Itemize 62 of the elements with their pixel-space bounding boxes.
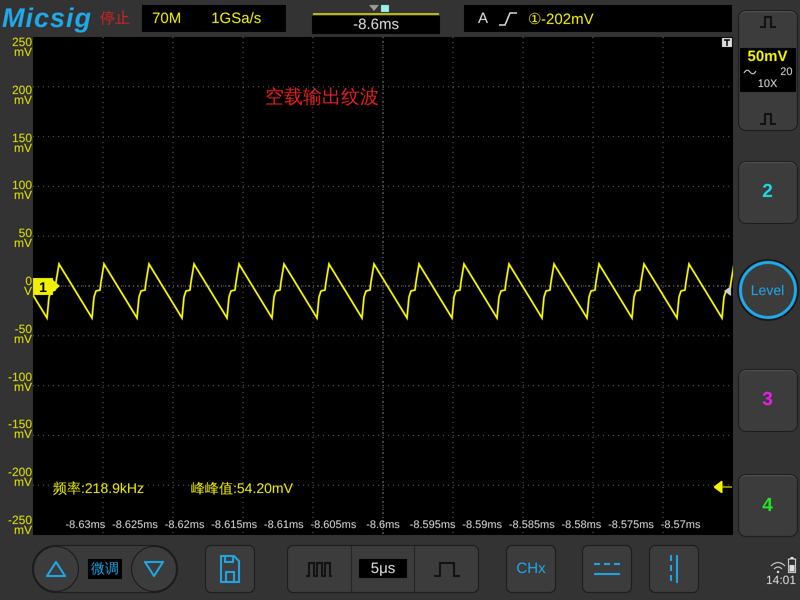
x-axis-label: -8.63ms <box>66 519 106 531</box>
wide-pulse-icon <box>432 560 461 576</box>
annotation-text: 空载输出纹波 <box>265 86 379 110</box>
volts-per-div: 50mV <box>747 48 788 66</box>
narrow-pulses-icon <box>305 560 334 576</box>
marker-tip-icon <box>53 280 61 292</box>
x-axis-label: -8.595ms <box>410 519 456 531</box>
wifi-icon <box>770 561 786 573</box>
trigger-level-arrow-icon <box>724 286 732 296</box>
battery-icon <box>788 557 796 573</box>
bandwidth-limit: 20 <box>780 66 792 78</box>
arrow-icon <box>714 481 732 493</box>
x-axis-label: -8.58ms <box>562 519 602 531</box>
trigger-level: ①-202mV <box>528 10 594 28</box>
channel-select-button[interactable]: CHx <box>506 544 556 592</box>
x-axis-label: -8.615ms <box>211 519 258 531</box>
vertical-cursors-icon <box>668 554 680 584</box>
horizontal-cursors-icon <box>593 562 621 576</box>
measurement: 频率:218.9kHz <box>53 480 144 498</box>
x-axis-label: -8.61ms <box>264 519 304 531</box>
horizontal-offset: -8.6ms <box>312 16 440 34</box>
x-axis-label: -8.605ms <box>310 519 356 531</box>
y-axis-label: 50 mV <box>14 228 32 248</box>
save-icon <box>219 554 241 584</box>
x-axis-label: -8.57ms <box>660 519 700 531</box>
horizontal-cursor-button[interactable] <box>582 544 632 592</box>
x-axis-label: -8.6ms <box>366 519 400 531</box>
level-knob[interactable]: Level <box>738 260 796 319</box>
channel-button[interactable]: 2 <box>738 160 798 224</box>
fine-adjust-label: 微调 <box>88 558 122 578</box>
up-button[interactable] <box>33 546 79 592</box>
brand-logo: Micsig <box>2 3 92 34</box>
y-axis-label: -50 mV <box>14 324 32 344</box>
y-axis-label: 200 mV <box>12 84 32 105</box>
probe-ratio: 10X <box>758 78 778 90</box>
x-axis-label: -8.59ms <box>462 519 502 531</box>
bandwidth: 70M <box>152 10 182 27</box>
x-axis-label: -8.62ms <box>164 519 204 531</box>
y-axis-label: -150 mV <box>8 419 32 440</box>
timebase-value: 5μs <box>358 559 408 578</box>
rising-edge-icon <box>498 10 518 26</box>
x-axis-label: -8.585ms <box>508 519 555 531</box>
measurement: 峰峰值:54.20mV <box>191 480 293 498</box>
y-axis-label: -200 mV <box>8 467 32 488</box>
y-axis-label: -250 mV <box>8 514 32 535</box>
channel-button[interactable]: 4 <box>738 474 798 537</box>
y-axis-label: 150 mV <box>12 132 32 153</box>
clock: 14:01 <box>766 573 796 587</box>
save-button[interactable] <box>205 544 255 592</box>
sample-rate: 1GSa/s <box>211 10 262 27</box>
y-axis-label: -100 mV <box>8 372 32 392</box>
up-triangle-icon <box>46 560 66 576</box>
x-axis-label: -8.575ms <box>608 519 654 531</box>
vertical-cursor-button[interactable] <box>649 544 699 592</box>
y-axis-label: 250 mV <box>12 37 32 57</box>
y-axis-label: 0 V <box>24 276 32 296</box>
x-axis-label: -8.625ms <box>112 519 158 531</box>
ac-coupling-icon <box>742 68 756 76</box>
y-axis-label: 100 mV <box>12 180 32 200</box>
down-button[interactable] <box>131 546 177 592</box>
trigger-mode: A <box>478 10 488 27</box>
down-triangle-icon <box>144 560 164 576</box>
